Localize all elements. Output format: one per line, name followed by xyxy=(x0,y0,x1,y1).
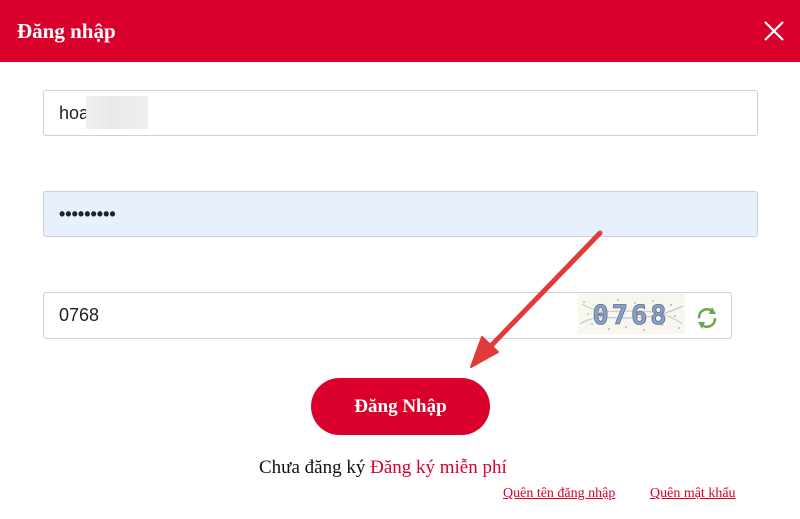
password-field[interactable]: ••••••••• xyxy=(43,191,758,237)
login-button[interactable]: Đăng Nhập xyxy=(311,378,490,435)
captcha-value: 0768 xyxy=(59,305,100,325)
signup-line: Chưa đăng ký Đăng ký miễn phí xyxy=(259,456,507,480)
signup-link[interactable]: Đăng ký miễn phí xyxy=(370,457,507,478)
close-icon xyxy=(764,21,784,41)
refresh-icon xyxy=(697,307,717,329)
password-value: ••••••••• xyxy=(59,204,116,224)
arrow-annotation xyxy=(470,230,603,368)
username-field[interactable]: hoa n1112 xyxy=(43,90,758,136)
refresh-captcha-button[interactable] xyxy=(694,305,720,331)
captcha-image: 0768 xyxy=(578,294,685,334)
signup-prefix: Chưa đăng ký xyxy=(259,457,366,478)
dialog-header: Đăng nhập xyxy=(0,0,800,62)
forgot-password-link[interactable]: Quên mật khẩu xyxy=(650,485,736,503)
captcha-image-text: 0768 xyxy=(592,300,669,331)
redaction-blur xyxy=(86,96,148,129)
forgot-username-link[interactable]: Quên tên đăng nhập xyxy=(503,485,615,503)
close-button[interactable] xyxy=(758,15,790,47)
dialog-title: Đăng nhập xyxy=(17,19,116,43)
